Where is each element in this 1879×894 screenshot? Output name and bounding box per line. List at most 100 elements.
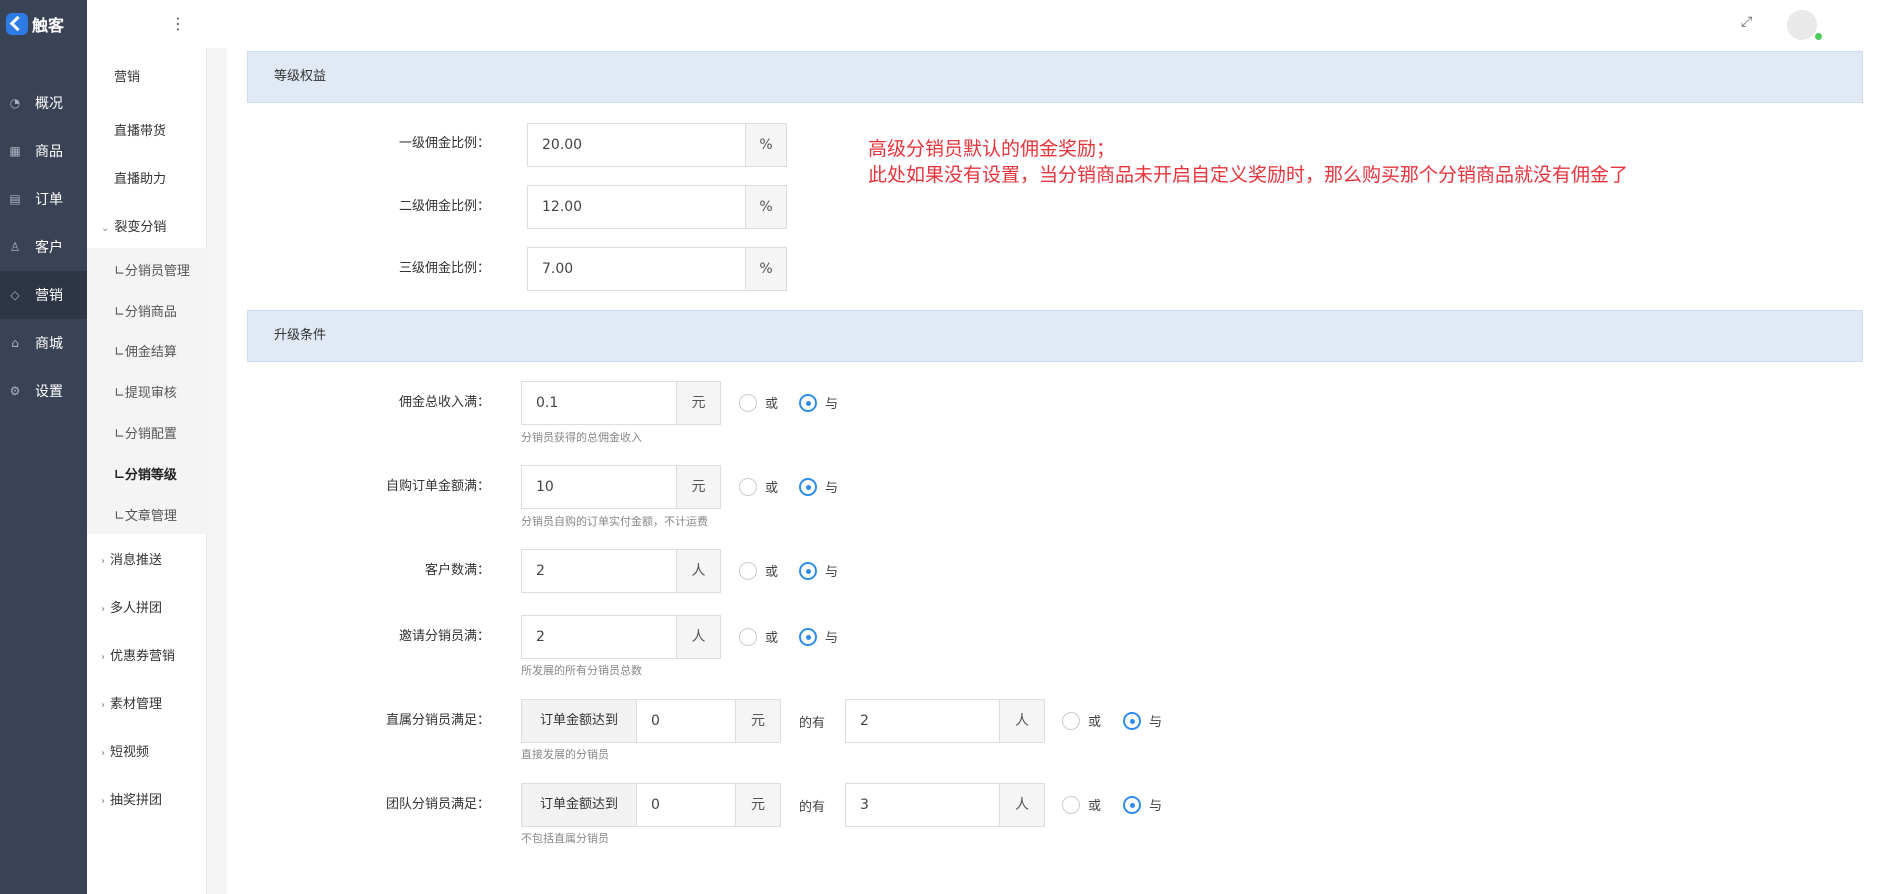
nav-label: 商城 <box>35 336 63 352</box>
field-label: 二级佣金比例： <box>398 199 490 214</box>
customer-count-input[interactable]: 2 人 <box>521 549 721 593</box>
input-value[interactable]: 2 <box>845 699 1000 743</box>
more-icon[interactable]: ⋮ <box>170 14 186 33</box>
radio-circle <box>739 561 757 580</box>
submenu-child-products[interactable]: ∟分销商品 <box>114 301 177 320</box>
submenu-header: 营销 <box>114 70 141 85</box>
radio-circle <box>739 477 757 496</box>
radio-label: 或 <box>765 565 779 580</box>
submenu-child-config[interactable]: ∟分销配置 <box>114 423 177 442</box>
submenu-group-label: 多人拼团 <box>110 601 163 616</box>
input-value[interactable]: 10 <box>521 465 677 509</box>
avatar[interactable] <box>1787 10 1817 40</box>
input-value[interactable]: 0 <box>636 783 736 827</box>
submenu-child-settlement[interactable]: ∟佣金结算 <box>114 341 177 360</box>
field-label: 邀请分销员满： <box>398 629 490 644</box>
mid-text: 的有 <box>799 800 826 815</box>
nav-item-marketing[interactable]: ◇ 营销 <box>0 271 87 319</box>
radio-and[interactable]: 与 <box>799 627 838 646</box>
logo-mark <box>6 13 28 35</box>
mid-text: 的有 <box>799 716 826 731</box>
submenu-group-fission[interactable]: ⌄ 裂变分销 <box>101 216 166 235</box>
user-icon: ♙ <box>9 240 21 254</box>
total-commission-input[interactable]: 0.1 元 <box>521 381 721 425</box>
radio-or[interactable]: 或 <box>739 627 778 646</box>
submenu-item-live[interactable]: 直播带货 <box>114 120 166 139</box>
chevron-right-icon: › <box>101 604 105 615</box>
direct-distributor-count-input[interactable]: 2 人 <box>845 699 1045 743</box>
nav-item-settings[interactable]: ⚙ 设置 <box>0 367 87 415</box>
prefix-addon: 订单金额达到 <box>521 783 636 827</box>
nav-item-orders[interactable]: ▤ 订单 <box>0 175 87 223</box>
nav-label: 概况 <box>35 96 63 112</box>
radio-and[interactable]: 与 <box>799 477 838 496</box>
nav-label: 订单 <box>35 192 63 208</box>
submenu-child-distributors[interactable]: ∟分销员管理 <box>114 260 190 279</box>
help-text: 分销员获得的总佣金收入 <box>521 431 642 444</box>
fullscreen-icon[interactable]: ⤢ <box>1741 14 1757 30</box>
submenu-group-label: 消息推送 <box>110 553 163 568</box>
submenu-group-assets[interactable]: › 素材管理 <box>101 693 162 712</box>
radio-label: 或 <box>1088 715 1102 730</box>
field-label: 客户数满： <box>424 563 490 578</box>
chevron-right-icon: › <box>101 700 105 711</box>
radio-and[interactable]: 与 <box>799 393 838 412</box>
submenu-group-lottery[interactable]: › 抽奖拼团 <box>101 789 162 808</box>
help-text: 所发展的所有分销员总数 <box>521 664 642 677</box>
radio-and[interactable]: 与 <box>1123 711 1162 730</box>
submenu-item-live-boost[interactable]: 直播助力 <box>114 168 166 187</box>
submenu-child-levels[interactable]: ∟分销等级 <box>114 464 177 483</box>
submenu-child-withdraw[interactable]: ∟提现审核 <box>114 382 177 401</box>
commission-level2-input[interactable]: 12.00 % <box>527 185 787 229</box>
input-value[interactable]: 7.00 <box>527 247 746 291</box>
radio-and[interactable]: 与 <box>799 561 838 580</box>
radio-or[interactable]: 或 <box>1062 711 1101 730</box>
input-value[interactable]: 0 <box>636 699 736 743</box>
team-distributor-count-input[interactable]: 3 人 <box>845 783 1045 827</box>
radio-or[interactable]: 或 <box>739 393 778 412</box>
nav-item-customers[interactable]: ♙ 客户 <box>0 223 87 271</box>
unit-addon: 人 <box>1000 783 1045 827</box>
app-logo[interactable]: 触客 <box>0 0 87 48</box>
annotation-note: 高级分销员默认的佣金奖励； 此处如果没有设置，当分销商品未开启自定义奖励时，那么… <box>868 136 1628 188</box>
submenu-group-label: 素材管理 <box>110 697 163 712</box>
invite-distributor-input[interactable]: 2 人 <box>521 615 721 659</box>
team-distributor-amount-input[interactable]: 订单金额达到 0 元 <box>521 783 781 827</box>
field-label: 一级佣金比例： <box>398 136 490 151</box>
submenu-child-articles[interactable]: ∟文章管理 <box>114 505 177 524</box>
submenu-group-coupon[interactable]: › 优惠券营销 <box>101 645 175 664</box>
nav-item-products[interactable]: ▦ 商品 <box>0 127 87 175</box>
online-status-icon <box>1815 33 1822 40</box>
submenu-group-label: 短视频 <box>110 745 150 760</box>
nav-item-overview[interactable]: ◔ 概况 <box>0 79 87 127</box>
radio-or[interactable]: 或 <box>739 477 778 496</box>
chevron-right-icon: › <box>101 748 105 759</box>
commission-level3-input[interactable]: 7.00 % <box>527 247 787 291</box>
input-value[interactable]: 12.00 <box>527 185 746 229</box>
input-value[interactable]: 20.00 <box>527 123 746 167</box>
commission-level1-input[interactable]: 20.00 % <box>527 123 787 167</box>
submenu-group-shortvideo[interactable]: › 短视频 <box>101 741 149 760</box>
chevron-down-icon: ⌄ <box>101 223 110 234</box>
nav-item-mall[interactable]: ⌂ 商城 <box>0 319 87 367</box>
radio-label: 与 <box>825 565 839 580</box>
help-text: 分销员自购的订单实付金额，不计运费 <box>521 515 708 528</box>
radio-circle <box>799 393 817 412</box>
submenu-group-groupbuy[interactable]: › 多人拼团 <box>101 597 162 616</box>
radio-label: 与 <box>1149 715 1163 730</box>
direct-distributor-amount-input[interactable]: 订单金额达到 0 元 <box>521 699 781 743</box>
radio-and[interactable]: 与 <box>1123 795 1162 814</box>
help-text: 不包括直属分销员 <box>521 832 609 845</box>
radio-or[interactable]: 或 <box>1062 795 1101 814</box>
radio-or[interactable]: 或 <box>739 561 778 580</box>
input-value[interactable]: 2 <box>521 549 677 593</box>
input-value[interactable]: 0.1 <box>521 381 677 425</box>
input-value[interactable]: 3 <box>845 783 1000 827</box>
prefix-addon: 订单金额达到 <box>521 699 636 743</box>
unit-addon: % <box>746 185 787 229</box>
submenu-group-push[interactable]: › 消息推送 <box>101 549 162 568</box>
unit-addon: % <box>746 123 787 167</box>
input-value[interactable]: 2 <box>521 615 677 659</box>
nav-label: 设置 <box>35 384 63 400</box>
self-order-amount-input[interactable]: 10 元 <box>521 465 721 509</box>
